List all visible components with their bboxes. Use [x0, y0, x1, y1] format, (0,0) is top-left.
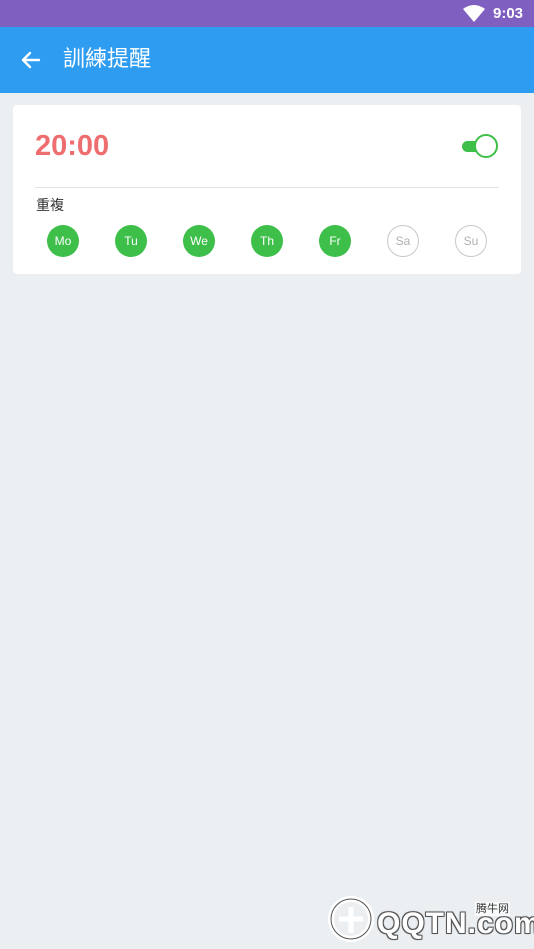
app-bar: 訓練提醒: [0, 27, 534, 93]
watermark-emblem-icon: [328, 896, 374, 942]
reminder-card: 20:00 重複 Mo Tu We Th Fr Sa Su: [13, 105, 521, 274]
day-monday[interactable]: Mo: [47, 225, 79, 257]
watermark-logo: QQTN.com 腾牛网: [325, 893, 534, 945]
watermark-text: QQTN.com: [377, 907, 534, 940]
page-title: 訓練提醒: [63, 47, 152, 72]
day-friday[interactable]: Fr: [319, 225, 351, 257]
day-sunday[interactable]: Su: [455, 225, 487, 257]
watermark-small-text: 腾牛网: [475, 902, 510, 916]
divider: [35, 187, 499, 188]
wifi-icon: [463, 5, 485, 22]
reminder-toggle[interactable]: [462, 133, 498, 159]
status-time: 9:03: [493, 5, 524, 22]
repeat-label: 重複: [36, 198, 64, 214]
toggle-thumb: [474, 134, 498, 158]
day-thursday[interactable]: Th: [251, 225, 283, 257]
day-tuesday[interactable]: Tu: [115, 225, 147, 257]
status-bar: 9:03: [0, 0, 534, 27]
day-wednesday[interactable]: We: [183, 225, 215, 257]
day-saturday[interactable]: Sa: [387, 225, 419, 257]
repeat-days: Mo Tu We Th Fr Sa Su: [47, 225, 489, 257]
reminder-time[interactable]: 20:00: [35, 129, 109, 163]
arrow-left-icon[interactable]: [18, 47, 44, 73]
